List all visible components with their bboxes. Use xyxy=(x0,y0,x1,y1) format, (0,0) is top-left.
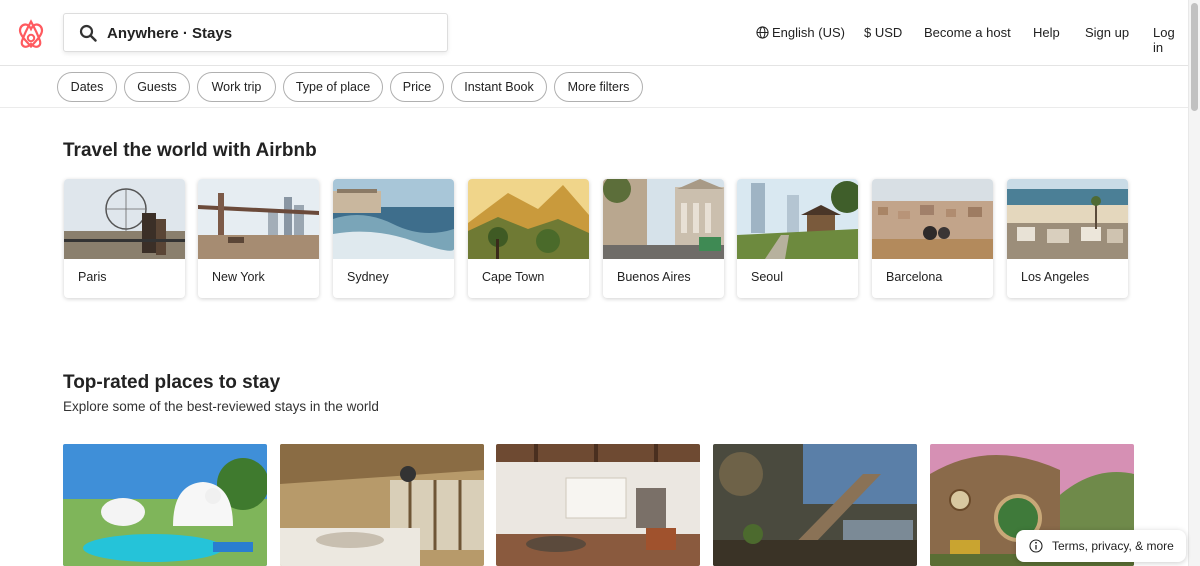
listing-image xyxy=(496,444,700,566)
info-icon xyxy=(1029,539,1043,553)
top-rated-heading: Top-rated places to stay xyxy=(63,372,281,393)
search-icon xyxy=(79,24,97,42)
city-card-los-angeles[interactable]: Los Angeles xyxy=(1007,179,1128,298)
help-link[interactable]: Help xyxy=(1033,25,1060,40)
scrollbar-thumb[interactable] xyxy=(1191,3,1198,111)
listing-card[interactable] xyxy=(63,444,267,566)
currency-selector[interactable]: $ USD xyxy=(864,25,902,40)
city-name-new-york: New York xyxy=(212,270,265,284)
search-bar[interactable]: Anywhere · Stays xyxy=(63,13,448,52)
filter-type-of-place-button[interactable]: Type of place xyxy=(283,72,383,102)
become-host-link[interactable]: Become a host xyxy=(924,25,1011,40)
top-header: Anywhere · Stays English (US) $ USD Beco… xyxy=(0,0,1188,66)
log-in-link[interactable]: Log in xyxy=(1153,25,1188,55)
city-name-sydney: Sydney xyxy=(347,270,389,284)
city-image-paris xyxy=(64,179,185,259)
listing-image xyxy=(713,444,917,566)
city-card-buenos-aires[interactable]: Buenos Aires xyxy=(603,179,724,298)
filter-guests-button[interactable]: Guests xyxy=(124,72,190,102)
city-name-los-angeles: Los Angeles xyxy=(1021,270,1090,284)
filter-instant-book-button[interactable]: Instant Book xyxy=(451,72,547,102)
listing-image xyxy=(280,444,484,566)
filter-work-trip-button[interactable]: Work trip xyxy=(197,72,276,102)
city-image-los-angeles xyxy=(1007,179,1128,259)
listing-image xyxy=(63,444,267,566)
terms-privacy-button[interactable]: Terms, privacy, & more xyxy=(1016,530,1186,562)
filter-price-button[interactable]: Price xyxy=(390,72,444,102)
filter-bar: Dates Guests Work trip Type of place Pri… xyxy=(0,67,1188,108)
airbnb-logo-icon[interactable] xyxy=(17,19,45,49)
city-image-buenos-aires xyxy=(603,179,724,259)
search-input-text: Anywhere · Stays xyxy=(107,25,233,42)
city-name-buenos-aires: Buenos Aires xyxy=(617,270,691,284)
globe-icon xyxy=(756,26,769,39)
city-card-sydney[interactable]: Sydney xyxy=(333,179,454,298)
filter-more-filters-button[interactable]: More filters xyxy=(554,72,643,102)
city-image-barcelona xyxy=(872,179,993,259)
destinations-heading: Travel the world with Airbnb xyxy=(63,140,317,161)
filter-dates-button[interactable]: Dates xyxy=(57,72,117,102)
city-card-barcelona[interactable]: Barcelona xyxy=(872,179,993,298)
language-selector[interactable]: English (US) xyxy=(772,25,845,40)
top-rated-subtitle: Explore some of the best-reviewed stays … xyxy=(63,399,379,414)
city-name-barcelona: Barcelona xyxy=(886,270,943,284)
listing-card[interactable] xyxy=(496,444,700,566)
city-name-paris: Paris xyxy=(78,270,107,284)
city-card-cape-town[interactable]: Cape Town xyxy=(468,179,589,298)
sign-up-link[interactable]: Sign up xyxy=(1085,25,1129,40)
city-image-cape-town xyxy=(468,179,589,259)
terms-privacy-label: Terms, privacy, & more xyxy=(1052,539,1174,553)
city-card-new-york[interactable]: New York xyxy=(198,179,319,298)
listing-card[interactable] xyxy=(280,444,484,566)
city-card-seoul[interactable]: Seoul xyxy=(737,179,858,298)
page-scrollbar[interactable] xyxy=(1188,0,1200,566)
city-name-cape-town: Cape Town xyxy=(482,270,545,284)
city-card-paris[interactable]: Paris xyxy=(64,179,185,298)
city-image-sydney xyxy=(333,179,454,259)
city-name-seoul: Seoul xyxy=(751,270,783,284)
listing-card[interactable] xyxy=(713,444,917,566)
city-image-new-york xyxy=(198,179,319,259)
city-image-seoul xyxy=(737,179,858,259)
